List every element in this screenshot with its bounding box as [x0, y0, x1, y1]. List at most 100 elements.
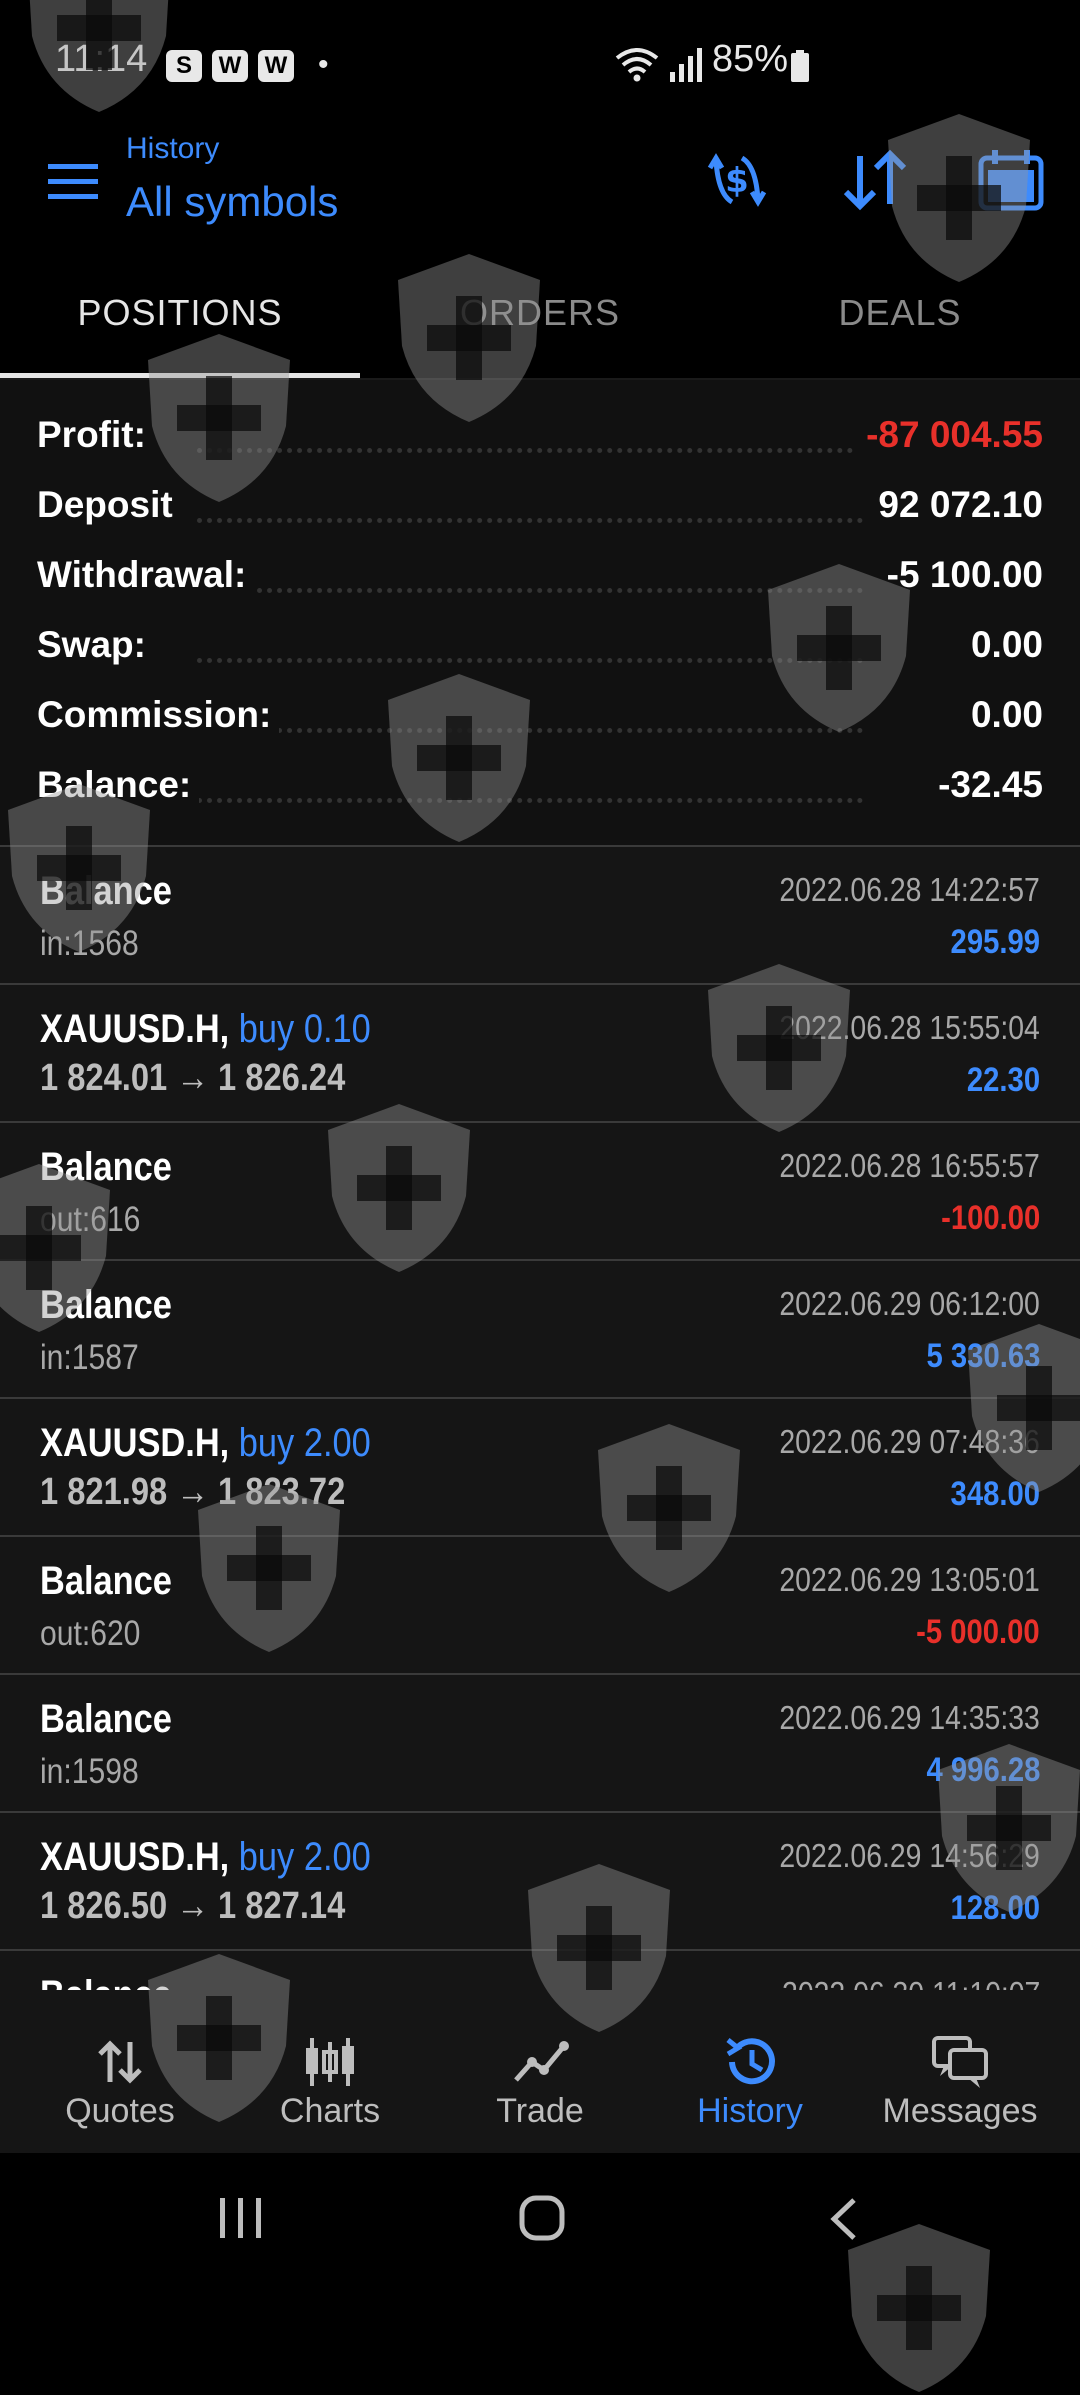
back-icon[interactable] [826, 2196, 862, 2242]
summary-row-commission: Commission: 0.00 [37, 694, 1043, 754]
battery-percentage: 85% [712, 38, 789, 80]
list-item[interactable]: Balance in:1598 2022.06.29 14:35:33 4 996.2… [0, 1673, 1080, 1811]
row-title: Balance [40, 1697, 172, 1742]
wifi-icon [615, 48, 659, 82]
row-date: 2022.06.28 16:55:57 [779, 1147, 1040, 1184]
row-date: 2022.06.29 14:35:33 [779, 1699, 1040, 1736]
list-item[interactable]: Balance 2022.06.30 11:10:07 [0, 1949, 1080, 1990]
summary-value: -32.45 [928, 764, 1043, 806]
summary-label: Withdrawal: [37, 554, 255, 596]
row-title: Balance [40, 1973, 172, 1990]
quotes-icon [98, 2040, 142, 2084]
nav-quotes[interactable]: Quotes [12, 1990, 228, 2153]
battery-icon [791, 50, 809, 82]
nav-label: History [697, 2092, 803, 2130]
list-item[interactable]: XAUUSD.H, buy 0.10 1 824.01 → 1 826.24 202… [0, 983, 1080, 1121]
row-title: Balance [40, 1283, 172, 1328]
tab-positions[interactable]: POSITIONS [0, 292, 360, 334]
header-subtitle: History [126, 132, 220, 165]
nav-messages[interactable]: Messages [852, 1990, 1068, 2153]
status-dot: • [318, 48, 329, 81]
leader-dots [197, 728, 863, 733]
summary-value: 0.00 [960, 694, 1043, 736]
nav-label: Quotes [65, 2092, 175, 2130]
trade-icon [514, 2041, 569, 2082]
summary-value: 92 072.10 [868, 484, 1043, 526]
row-date: 2022.06.30 11:10:07 [782, 1975, 1040, 1990]
row-amount: 5 330.63 [926, 1337, 1040, 1375]
summary-label: Swap: [37, 624, 154, 666]
row-symbol: Balance [40, 1145, 172, 1189]
row-amount: 295.99 [950, 923, 1040, 961]
summary-label: Profit: [37, 414, 154, 456]
row-amount: 22.30 [966, 1061, 1040, 1099]
row-symbol: Balance [40, 869, 172, 913]
signal-icon [670, 48, 702, 82]
row-detail: out:616 [40, 1200, 141, 1239]
calendar-icon[interactable] [978, 148, 1044, 212]
row-symbol: Balance [40, 1283, 172, 1327]
summary-row-balance: Balance: -32.45 [37, 764, 1043, 824]
summary-row-profit: Profit: -87 004.55 [37, 414, 1043, 474]
summary-label: Commission: [37, 694, 280, 736]
row-amount: 128.00 [950, 1889, 1040, 1927]
charts-icon [306, 2038, 354, 2086]
notification-badge-w: W [212, 50, 248, 82]
tab-indicator [0, 373, 360, 378]
status-bar [0, 0, 1080, 130]
list-item[interactable]: Balance out:620 2022.06.29 13:05:01 -5 000.… [0, 1535, 1080, 1673]
tab-deals[interactable]: DEALS [720, 292, 1080, 334]
summary-label: Balance: [37, 764, 200, 806]
summary-row-withdrawal: Withdrawal: -5 100.00 [37, 554, 1043, 614]
nav-label: Charts [279, 2092, 381, 2130]
leader-dots [197, 448, 863, 453]
nav-charts[interactable]: Charts [222, 1990, 438, 2153]
home-icon[interactable] [518, 2194, 566, 2242]
row-detail: 1 826.50 → 1 827.14 [40, 1885, 346, 1927]
row-date: 2022.06.29 14:56:29 [779, 1837, 1040, 1874]
summary-row-deposit: Deposit 92 072.10 [37, 484, 1043, 544]
row-side: buy 0.10 [238, 1007, 371, 1051]
list-item[interactable]: Balance in:1587 2022.06.29 06:12:00 5 330.6… [0, 1259, 1080, 1397]
nav-trade[interactable]: Trade [432, 1990, 648, 2153]
row-title: XAUUSD.H, buy 2.00 [40, 1835, 371, 1880]
row-date: 2022.06.28 14:22:57 [779, 871, 1040, 908]
leader-dots [197, 658, 863, 663]
leader-dots [197, 588, 863, 593]
row-title: XAUUSD.H, buy 2.00 [40, 1421, 371, 1466]
recent-apps-icon[interactable] [216, 2196, 266, 2240]
row-title: XAUUSD.H, buy 0.10 [40, 1007, 371, 1052]
nav-label: Messages [882, 2092, 1038, 2130]
history-icon [726, 2038, 775, 2085]
row-side: buy 2.00 [238, 1835, 371, 1879]
row-date: 2022.06.29 07:48:36 [779, 1423, 1040, 1460]
row-detail: in:1598 [40, 1752, 139, 1791]
row-symbol: Balance [40, 1559, 172, 1603]
row-side: buy 2.00 [238, 1421, 371, 1465]
leader-dots [197, 518, 863, 523]
tab-orders[interactable]: ORDERS [360, 292, 720, 334]
row-date: 2022.06.28 15:55:04 [779, 1009, 1040, 1046]
history-list[interactable]: Balance in:1568 2022.06.28 14:22:57 295.99 X… [0, 845, 1080, 1990]
row-date: 2022.06.29 06:12:00 [779, 1285, 1040, 1322]
sort-icon[interactable] [842, 148, 908, 212]
menu-icon[interactable] [48, 160, 100, 204]
notification-badge-s: S [166, 50, 202, 82]
summary-row-swap: Swap: 0.00 [37, 624, 1043, 684]
leader-dots [197, 798, 863, 803]
row-amount: 4 996.28 [926, 1751, 1040, 1789]
list-item[interactable]: XAUUSD.H, buy 2.00 1 821.98 → 1 823.72 202… [0, 1397, 1080, 1535]
list-item[interactable]: XAUUSD.H, buy 2.00 1 826.50 → 1 827.14 202… [0, 1811, 1080, 1949]
nav-label: Trade [496, 2092, 584, 2130]
currency-exchange-icon[interactable]: $ [702, 148, 772, 212]
row-amount: -100.00 [940, 1199, 1040, 1237]
list-item[interactable]: Balance out:616 2022.06.28 16:55:57 -100.00 [0, 1121, 1080, 1259]
summary-panel: Profit: -87 004.55 Deposit 92 072.10 Wit… [0, 380, 1080, 845]
list-item[interactable]: Balance in:1568 2022.06.28 14:22:57 295.99 [0, 845, 1080, 983]
row-detail: 1 824.01 → 1 826.24 [40, 1057, 346, 1099]
row-symbol: XAUUSD.H, [40, 1835, 230, 1879]
row-symbol: Balance [40, 1973, 172, 1990]
header-title[interactable]: All symbols [126, 178, 338, 226]
nav-history[interactable]: History [642, 1990, 858, 2153]
row-detail: 1 821.98 → 1 823.72 [40, 1471, 346, 1513]
